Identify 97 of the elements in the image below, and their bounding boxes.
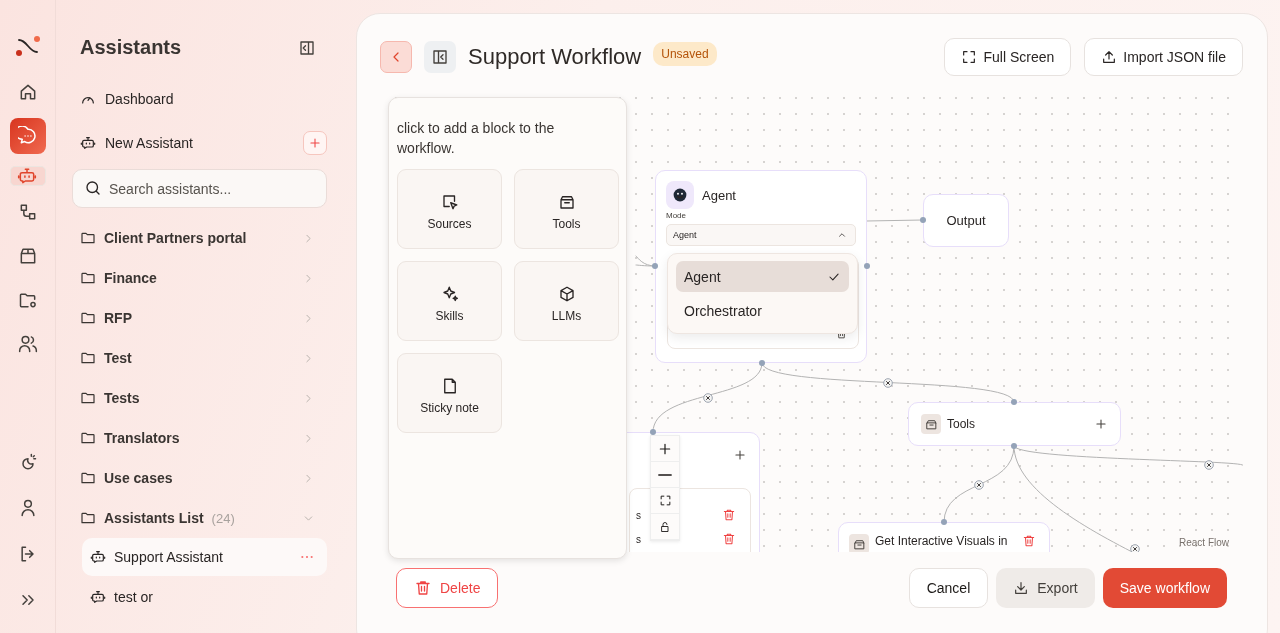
fullscreen-icon: [658, 494, 672, 507]
add-icon[interactable]: [733, 448, 747, 462]
assistant-item[interactable]: Support Assistant: [82, 538, 327, 576]
sidebar-title: Assistants: [80, 36, 182, 59]
download-icon: [1013, 580, 1030, 596]
folder-icon: [80, 270, 96, 286]
sidebar-nav-link[interactable]: New Assistant: [72, 135, 193, 151]
folder-item[interactable]: Translators: [72, 418, 327, 458]
trash-icon[interactable]: [722, 508, 736, 522]
folder-icon: [80, 470, 96, 486]
folder-item[interactable]: RFP: [72, 298, 327, 338]
footer-button[interactable]: Save workflow: [1102, 568, 1227, 608]
add-icon[interactable]: [1094, 417, 1108, 431]
block-tile[interactable]: Tools: [514, 169, 619, 249]
folder-item[interactable]: Assistants List (24): [72, 498, 327, 538]
folder-item[interactable]: Tests: [72, 378, 327, 418]
robot-icon: [90, 549, 106, 565]
plus-icon: [308, 136, 322, 150]
row-text: s: [636, 509, 641, 521]
robot-icon: [16, 166, 37, 186]
delete-button[interactable]: Delete: [396, 568, 499, 608]
field-label: Mode: [666, 211, 687, 220]
output-node[interactable]: Output: [923, 194, 1009, 247]
logo-icon: [13, 34, 42, 58]
folder-icon: [80, 510, 96, 526]
folder-item[interactable]: Finance: [72, 258, 327, 298]
connection-handle[interactable]: [650, 429, 656, 435]
agent-node[interactable]: Agent Mode Agent Agent Orchestrator: [655, 170, 867, 363]
footer-button[interactable]: Export: [996, 568, 1095, 608]
sidebar-nav-link[interactable]: Dashboard: [72, 91, 174, 107]
mode-select[interactable]: Agent: [666, 224, 856, 246]
toolbox-icon: [849, 534, 869, 552]
edge-remove-icon[interactable]: [883, 378, 893, 388]
edge-remove-icon[interactable]: [974, 480, 984, 490]
folder-item[interactable]: Client Partners portal: [72, 218, 327, 258]
edge-remove-icon[interactable]: [703, 393, 713, 403]
folder-settings-icon: [17, 290, 38, 310]
chat-icon: [17, 126, 38, 146]
folder-item[interactable]: Test: [72, 338, 327, 378]
robot-icon: [80, 135, 96, 151]
toolbox-icon: [557, 193, 576, 211]
folder-icon: [80, 390, 96, 406]
rail-nav-button[interactable]: [9, 118, 46, 154]
connection-handle[interactable]: [759, 360, 765, 366]
folder-icon: [80, 430, 96, 446]
workflow-title: Support Workflow: [468, 44, 642, 70]
block-tile[interactable]: Skills: [397, 261, 502, 341]
dropdown-option[interactable]: Orchestrator: [676, 295, 849, 326]
connection-handle[interactable]: [941, 519, 947, 525]
status-badge: Unsaved: [653, 42, 717, 66]
trash-icon: [414, 579, 432, 597]
trash-icon[interactable]: [722, 532, 736, 546]
attribution-link[interactable]: React Flow: [1179, 537, 1229, 548]
search-icon: [84, 179, 102, 197]
connection-handle[interactable]: [920, 217, 926, 223]
node-title: Agent: [702, 187, 736, 203]
edge-remove-icon[interactable]: [1204, 460, 1214, 470]
header-button[interactable]: Full Screen: [944, 38, 1072, 76]
node-title: Get Interactive Visuals in: [875, 534, 1008, 548]
block-tile[interactable]: LLMs: [514, 261, 619, 341]
block-tile[interactable]: Sources: [397, 169, 502, 249]
block-tile[interactable]: Sticky note: [397, 353, 502, 433]
assistant-item[interactable]: test or: [82, 578, 327, 616]
robot-icon: [90, 589, 106, 605]
folder-item[interactable]: Use cases: [72, 458, 327, 498]
minus-icon: [658, 473, 672, 476]
tool-node[interactable]: Get Interactive Visuals in: [838, 522, 1050, 552]
header-button[interactable]: Import JSON file: [1084, 38, 1243, 76]
sidebar-panel-icon: [431, 48, 449, 66]
upload-icon: [1101, 49, 1118, 65]
edge-remove-icon[interactable]: [1130, 544, 1140, 552]
connection-handle[interactable]: [652, 263, 658, 269]
panel-toggle-button[interactable]: [424, 41, 456, 73]
footer-button[interactable]: Cancel: [908, 568, 989, 608]
agent-avatar-icon: [666, 181, 694, 209]
toolbox-icon: [921, 414, 941, 434]
connection-handle[interactable]: [1011, 443, 1017, 449]
tools-node[interactable]: Tools: [908, 402, 1121, 446]
node-title: Tools: [947, 417, 975, 431]
cursor-icon: [440, 193, 459, 211]
lock-icon: [659, 520, 671, 533]
folder-icon: [80, 310, 96, 326]
row-text: s: [636, 533, 641, 545]
dropdown-option[interactable]: Agent: [676, 261, 849, 292]
cube-icon: [557, 285, 576, 303]
folder-icon: [80, 230, 96, 246]
users-icon: [17, 334, 38, 354]
search-field[interactable]: Search assistants...: [72, 169, 327, 208]
connection-handle[interactable]: [1011, 399, 1017, 405]
trash-icon[interactable]: [1021, 534, 1036, 548]
palette-hint: click to add a block to the workflow.: [397, 119, 556, 158]
connection-handle[interactable]: [864, 263, 870, 269]
fullscreen-icon: [961, 49, 978, 65]
folder-icon: [80, 350, 96, 366]
sparkles-icon: [440, 285, 459, 303]
sidebar-toggle-icon[interactable]: [298, 38, 316, 57]
chevron-up-icon: [837, 230, 847, 240]
